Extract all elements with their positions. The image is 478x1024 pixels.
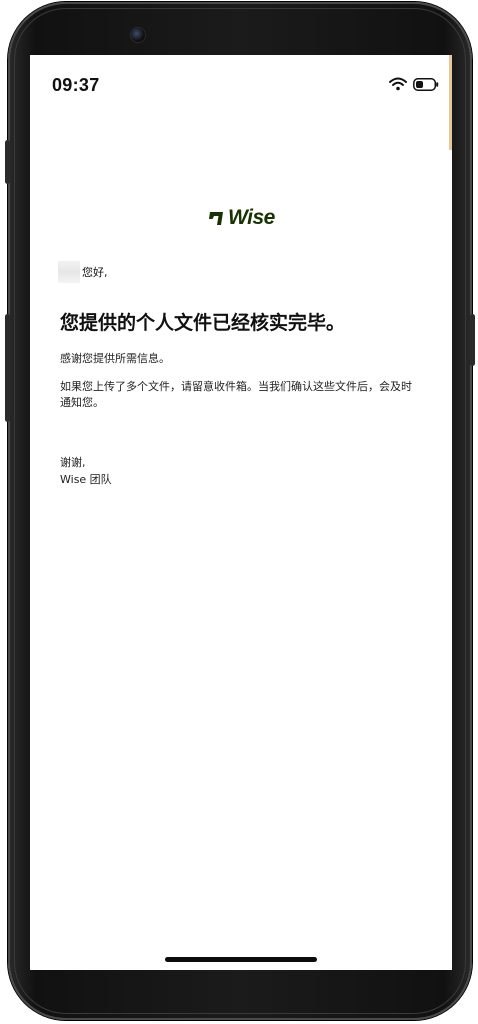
front-camera xyxy=(131,28,145,42)
wifi-icon xyxy=(389,77,407,91)
greeting-text: 您好, xyxy=(82,266,108,279)
redacted-name xyxy=(58,261,80,283)
side-button-right xyxy=(470,314,475,366)
battery-icon xyxy=(413,78,439,91)
wise-flag-icon xyxy=(209,212,223,225)
screenshot-stage: 09:37 Wise 您好, 您提供的个人文件已经核实完毕。 感谢您提供所需信息… xyxy=(0,0,478,1024)
status-time: 09:37 xyxy=(52,75,100,95)
status-bar: 09:37 xyxy=(30,55,452,115)
email-body-line-1: 感谢您提供所需信息。 xyxy=(60,352,170,365)
email-body-line-2: 如果您上传了多个文件，请留意收件箱。当我们确认这些文件后，会及时通知您。 xyxy=(60,380,412,409)
wise-logo: Wise xyxy=(208,205,275,231)
greeting-row: 您好, xyxy=(58,261,108,283)
email-signature: Wise 团队 xyxy=(60,473,112,486)
home-indicator[interactable] xyxy=(165,957,317,962)
side-button-left-mid xyxy=(5,314,10,422)
phone-screen: 09:37 Wise 您好, 您提供的个人文件已经核实完毕。 感谢您提供所需信息… xyxy=(30,55,452,970)
side-button-left-top xyxy=(5,140,10,184)
wise-logo-text: Wise xyxy=(228,206,275,229)
email-headline: 您提供的个人文件已经核实完毕。 xyxy=(60,312,346,334)
email-signoff: 谢谢, xyxy=(60,456,86,469)
